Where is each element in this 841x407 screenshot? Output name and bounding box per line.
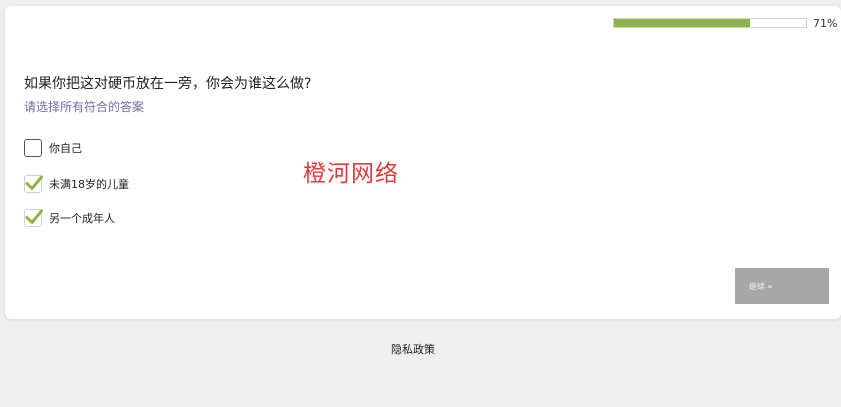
check-icon [25, 175, 43, 190]
next-button[interactable]: 继续 » [735, 268, 829, 304]
option-child-under-18[interactable]: 未满18岁的儿童 [24, 173, 129, 195]
option-another-adult[interactable]: 另一个成年人 [24, 207, 115, 229]
checkbox[interactable] [24, 175, 43, 193]
privacy-policy-link[interactable]: 隐私政策 [0, 341, 826, 357]
option-label: 未满18岁的儿童 [49, 178, 129, 191]
option-label: 你自己 [49, 142, 82, 155]
option-label: 另一个成年人 [49, 212, 115, 225]
question-text: 如果你把这对硬币放在一旁，你会为谁这么做? [24, 76, 312, 92]
question-instruction: 请选择所有符合的答案 [24, 100, 145, 114]
watermark: 橙河网络 [303, 161, 399, 187]
progress-bar-fill [614, 19, 751, 27]
option-yourself[interactable]: 你自己 [24, 137, 82, 159]
progress-percent: 71% [813, 17, 838, 30]
checkbox[interactable] [24, 139, 42, 157]
progress-bar [613, 18, 807, 28]
survey-card: 71% 如果你把这对硬币放在一旁，你会为谁这么做? 请选择所有符合的答案 你自己… [5, 6, 841, 319]
check-icon [25, 209, 43, 224]
checkbox[interactable] [24, 209, 43, 227]
